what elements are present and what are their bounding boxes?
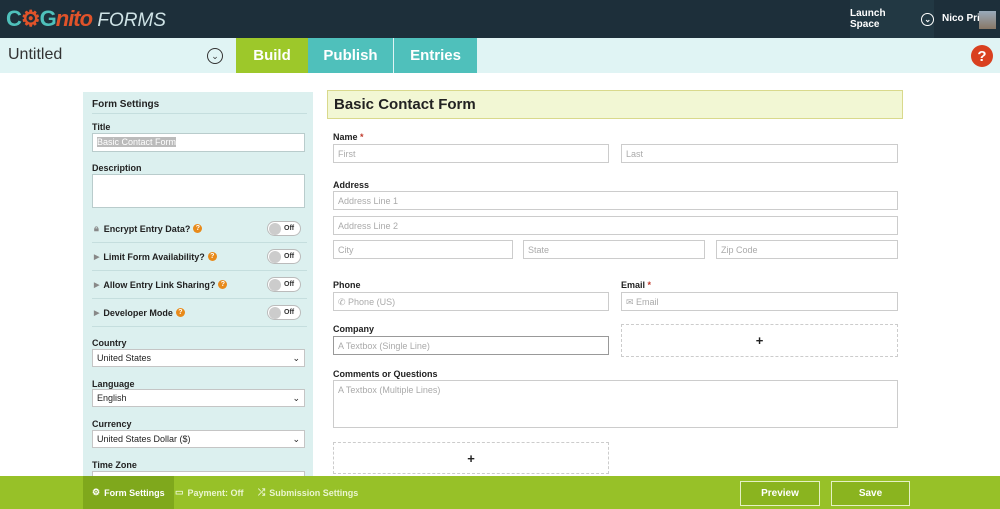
- text-icon: A: [338, 385, 346, 395]
- form-title[interactable]: Basic Contact Form: [327, 90, 903, 119]
- language-label: Language: [92, 379, 135, 389]
- credit-card-icon: ▭: [175, 487, 184, 497]
- name-label: Name *: [333, 132, 364, 142]
- tab-entries[interactable]: Entries: [394, 38, 477, 73]
- toggle-row-encrypt: 🔒︎ Encrypt Entry Data?? Off: [92, 215, 307, 243]
- chevron-down-icon: ⌄: [292, 393, 300, 403]
- country-value: United States: [97, 353, 152, 363]
- workspace-menu[interactable]: Launch Space ⌄: [850, 0, 934, 38]
- add-field-button[interactable]: +: [333, 442, 609, 474]
- help-icon[interactable]: ?: [971, 45, 993, 67]
- toggle-state: Off: [284, 225, 295, 232]
- gear-icon: ⚙: [92, 487, 101, 497]
- submission-settings-tab[interactable]: ⤮ Submission Settings: [249, 476, 367, 509]
- city-input[interactable]: City: [333, 240, 513, 259]
- country-select[interactable]: United States ⌄: [92, 349, 305, 367]
- comments-label: Comments or Questions: [333, 369, 438, 379]
- company-input[interactable]: A Textbox (Single Line): [333, 336, 609, 355]
- save-button[interactable]: Save: [831, 481, 910, 506]
- avatar[interactable]: [979, 11, 996, 29]
- caret-right-icon: ▶: [94, 281, 100, 289]
- timezone-label: Time Zone: [92, 460, 137, 470]
- chevron-down-icon: ⌄: [921, 12, 934, 26]
- payment-tab[interactable]: ▭ Payment: Off: [166, 476, 253, 509]
- toggle-row-limit[interactable]: ▶ Limit Form Availability?? Off: [92, 243, 307, 271]
- tab-publish[interactable]: Publish: [308, 38, 393, 73]
- toggle-label: Limit Form Availability?: [103, 251, 205, 262]
- form-settings-tab[interactable]: ⚙ Form Settings: [83, 476, 174, 509]
- toggle-label: Encrypt Entry Data?: [103, 223, 191, 234]
- last-name-input[interactable]: Last: [621, 144, 898, 163]
- currency-select[interactable]: United States Dollar ($) ⌄: [92, 430, 305, 448]
- first-name-input[interactable]: First: [333, 144, 609, 163]
- zip-input[interactable]: Zip Code: [716, 240, 898, 259]
- title-label: Title: [92, 122, 111, 132]
- phone-input[interactable]: ✆ Phone (US): [333, 292, 609, 311]
- panel-heading: Form Settings: [92, 99, 307, 114]
- phone-icon: ✆: [338, 297, 349, 307]
- email-label: Email *: [621, 280, 652, 290]
- preview-button[interactable]: Preview: [740, 481, 820, 506]
- currency-value: United States Dollar ($): [97, 434, 191, 444]
- lock-icon: 🔒︎: [94, 223, 99, 233]
- toggle-state: Off: [284, 309, 295, 316]
- title-value: Basic Contact Form: [97, 137, 177, 147]
- address-line2-input[interactable]: Address Line 2: [333, 216, 898, 235]
- form-name[interactable]: Untitled: [8, 46, 62, 64]
- chevron-down-icon: ⌄: [292, 434, 300, 444]
- add-field-button[interactable]: +: [621, 324, 898, 357]
- state-input[interactable]: State: [523, 240, 705, 259]
- language-value: English: [97, 393, 127, 403]
- toggle-state: Off: [284, 253, 295, 260]
- chevron-down-icon: ⌄: [292, 353, 300, 363]
- caret-right-icon: ▶: [94, 309, 100, 317]
- title-input[interactable]: Basic Contact Form: [92, 133, 305, 152]
- toggle-row-developer[interactable]: ▶ Developer Mode? Off: [92, 299, 307, 327]
- description-label: Description: [92, 163, 142, 173]
- toggle-label: Allow Entry Link Sharing?: [103, 279, 216, 290]
- cognito-forms-logo[interactable]: C⚙Gnito FORMS: [6, 6, 166, 32]
- toggle-state: Off: [284, 281, 295, 288]
- phone-label: Phone: [333, 280, 361, 290]
- description-input[interactable]: [92, 174, 305, 208]
- envelope-icon: ✉: [626, 297, 637, 307]
- workspace-label: Launch Space: [850, 8, 886, 30]
- caret-right-icon: ▶: [94, 253, 100, 261]
- country-label: Country: [92, 338, 127, 348]
- help-icon[interactable]: ?: [193, 224, 203, 233]
- toggle-label: Developer Mode: [103, 307, 173, 318]
- language-select[interactable]: English ⌄: [92, 389, 305, 407]
- form-bar: [0, 38, 1000, 73]
- help-icon[interactable]: ?: [207, 252, 217, 261]
- toggle-row-sharing[interactable]: ▶ Allow Entry Link Sharing?? Off: [92, 271, 307, 299]
- user-name[interactable]: Nico Pri: [942, 13, 980, 24]
- shuffle-icon: ⤮: [258, 487, 266, 497]
- chevron-down-icon[interactable]: ⌄: [207, 48, 223, 64]
- company-label: Company: [333, 324, 375, 334]
- email-input[interactable]: ✉ Email: [621, 292, 898, 311]
- developer-toggle[interactable]: Off: [267, 305, 301, 320]
- address-label: Address: [333, 180, 370, 190]
- help-icon[interactable]: ?: [175, 308, 185, 317]
- encrypt-toggle[interactable]: Off: [267, 221, 301, 236]
- comments-input[interactable]: A Textbox (Multiple Lines): [333, 380, 898, 428]
- sharing-toggle[interactable]: Off: [267, 277, 301, 292]
- currency-label: Currency: [92, 419, 132, 429]
- help-icon[interactable]: ?: [218, 280, 228, 289]
- limit-toggle[interactable]: Off: [267, 249, 301, 264]
- tab-build[interactable]: Build: [236, 38, 308, 73]
- address-line1-input[interactable]: Address Line 1: [333, 191, 898, 210]
- text-icon: A: [338, 341, 346, 351]
